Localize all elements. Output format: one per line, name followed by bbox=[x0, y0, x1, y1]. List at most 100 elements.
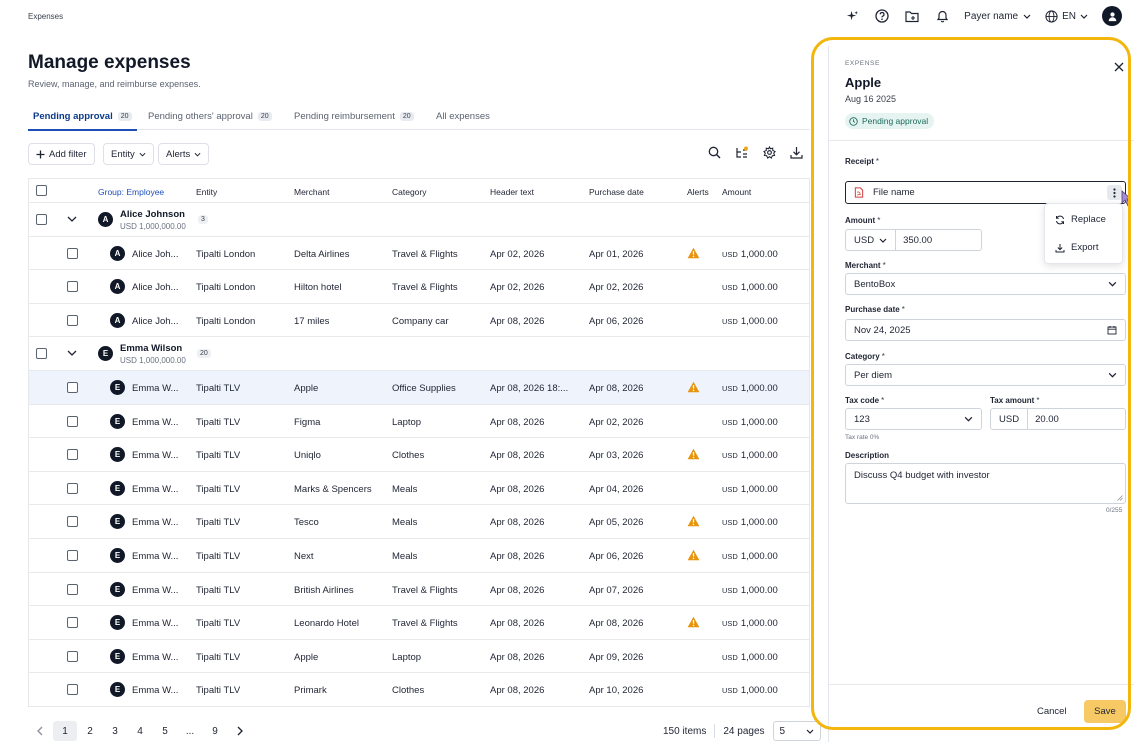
table-row[interactable]: E Emma W... Tipalti TLV Leonardo Hotel Trave… bbox=[28, 606, 810, 640]
row-checkbox[interactable] bbox=[67, 281, 78, 293]
category-select[interactable]: Per diem bbox=[845, 364, 1126, 386]
table-row[interactable]: E Emma W... Tipalti TLV Apple Office Supplie… bbox=[28, 370, 810, 405]
page-title: Manage expenses bbox=[28, 52, 191, 73]
row-checkbox[interactable] bbox=[67, 381, 78, 393]
row-checkbox[interactable] bbox=[67, 314, 78, 326]
receipt-file-field[interactable]: File name bbox=[845, 181, 1126, 204]
amount-value: 1,000.00 bbox=[740, 618, 778, 630]
warning-icon bbox=[687, 448, 700, 460]
merchant-label: Merchant * bbox=[845, 261, 886, 270]
group-checkbox[interactable] bbox=[36, 214, 47, 225]
column-header-entity[interactable]: Entity bbox=[196, 187, 217, 197]
column-header-amount[interactable]: Amount bbox=[722, 187, 751, 197]
settings-icon[interactable] bbox=[763, 146, 776, 160]
per-page-select[interactable]: 5 bbox=[772, 721, 821, 741]
save-button[interactable]: Save bbox=[1084, 700, 1126, 723]
download-icon[interactable] bbox=[790, 146, 803, 160]
tab-pending-others-approval[interactable]: Pending others' approval 20 bbox=[148, 111, 272, 122]
cancel-button[interactable]: Cancel bbox=[1037, 706, 1067, 717]
row-checkbox[interactable] bbox=[67, 583, 78, 595]
menu-item-export[interactable]: Export bbox=[1055, 242, 1098, 253]
expand-chevron-icon[interactable] bbox=[67, 350, 77, 357]
page-9[interactable]: 9 bbox=[203, 721, 227, 741]
page-4[interactable]: 4 bbox=[128, 721, 152, 741]
row-checkbox[interactable] bbox=[67, 684, 78, 696]
table-row[interactable]: E Emma W... Tipalti TLV Next Meals Apr 08, 20… bbox=[28, 538, 810, 573]
amount-value: 1,000.00 bbox=[740, 282, 778, 294]
table-row[interactable]: A Alice Joh... Tipalti London Delta Airline… bbox=[28, 236, 810, 271]
prev-page-button[interactable] bbox=[28, 721, 52, 741]
entity-filter[interactable]: Entity bbox=[103, 143, 154, 165]
sparkle-icon[interactable] bbox=[844, 8, 860, 24]
expand-chevron-icon[interactable] bbox=[67, 216, 77, 222]
entity-cell: Tipalti TLV bbox=[196, 651, 241, 663]
folder-icon[interactable] bbox=[904, 8, 920, 24]
tax-code-select[interactable]: 123 bbox=[845, 408, 982, 430]
table-row[interactable]: A Alice Joh... Tipalti London 17 miles Compa… bbox=[28, 303, 810, 338]
row-checkbox[interactable] bbox=[67, 482, 78, 494]
table-row[interactable]: E Emma W... Tipalti TLV Primark Clothes Apr 0… bbox=[28, 673, 810, 707]
amount-value: 1,000.00 bbox=[740, 483, 778, 495]
row-checkbox[interactable] bbox=[67, 415, 78, 427]
amount-input[interactable]: 350.00 bbox=[896, 235, 932, 246]
table-row[interactable]: E Emma W... Tipalti TLV Figma Laptop Apr 08, … bbox=[28, 404, 810, 439]
page-3[interactable]: 3 bbox=[103, 721, 127, 741]
menu-item-replace[interactable]: Replace bbox=[1055, 214, 1106, 225]
search-icon[interactable] bbox=[708, 146, 721, 160]
tax-amount-input[interactable]: 20.00 bbox=[1028, 414, 1059, 425]
page-1[interactable]: 1 bbox=[53, 721, 77, 741]
divider bbox=[714, 724, 716, 738]
page-5[interactable]: 5 bbox=[153, 721, 177, 741]
alerts-filter[interactable]: Alerts bbox=[158, 143, 210, 165]
tab-all-expenses[interactable]: All expenses bbox=[436, 111, 490, 122]
table-row[interactable]: A Alice Joh... Tipalti London Hilton hotel T… bbox=[28, 270, 810, 304]
column-header-header-text[interactable]: Header text bbox=[490, 187, 534, 197]
tab-pending-reimbursement[interactable]: Pending reimbursement 20 bbox=[294, 111, 414, 122]
description-textarea[interactable]: Discuss Q4 budget with investor bbox=[845, 463, 1126, 504]
group-by-icon[interactable] bbox=[735, 146, 749, 160]
column-header-alerts[interactable]: Alerts bbox=[687, 187, 709, 197]
tab-label: Pending approval bbox=[33, 111, 113, 122]
column-header-group[interactable]: Group: Employee bbox=[98, 187, 164, 197]
row-checkbox[interactable] bbox=[67, 247, 78, 259]
purchase-date-field[interactable]: Nov 24, 2025 bbox=[845, 319, 1126, 341]
panel-date: Aug 16 2025 bbox=[845, 94, 897, 104]
next-page-button[interactable] bbox=[228, 721, 252, 741]
table-row[interactable]: E Emma W... Tipalti TLV Apple Laptop Apr 08, … bbox=[28, 639, 810, 674]
table-row[interactable]: E Emma W... Tipalti TLV British Airlines Tra… bbox=[28, 572, 810, 607]
row-checkbox[interactable] bbox=[67, 650, 78, 662]
user-avatar[interactable] bbox=[1102, 6, 1122, 26]
column-header-category[interactable]: Category bbox=[392, 187, 427, 197]
avatar: E bbox=[110, 514, 125, 530]
row-checkbox[interactable] bbox=[67, 516, 78, 528]
group-checkbox[interactable] bbox=[36, 348, 47, 360]
select-all-checkbox[interactable] bbox=[36, 185, 47, 196]
tab-pending-approval[interactable]: Pending approval 20 bbox=[28, 111, 137, 131]
table-row[interactable]: E Emma W... Tipalti TLV Uniqlo Clothes Apr 08… bbox=[28, 438, 810, 472]
help-icon[interactable] bbox=[874, 8, 890, 24]
bell-icon[interactable] bbox=[934, 8, 950, 24]
employee-cell: Alice Joh... bbox=[132, 282, 179, 294]
category-cell: Meals bbox=[392, 550, 418, 562]
group-row[interactable]: A Alice Johnson USD 1,000,000.00 3 bbox=[28, 203, 810, 237]
currency-select[interactable]: USD bbox=[846, 230, 897, 250]
items-count: 150 items bbox=[663, 725, 707, 737]
merchant-select[interactable]: BentoBox bbox=[845, 273, 1126, 295]
add-filter-button[interactable]: Add filter bbox=[28, 143, 95, 165]
payer-selector[interactable]: Payer name bbox=[964, 11, 1031, 22]
close-panel-button[interactable] bbox=[1114, 62, 1126, 74]
language-selector[interactable]: EN bbox=[1045, 9, 1088, 23]
chevron-down-icon bbox=[1080, 14, 1088, 19]
table-row[interactable]: E Emma W... Tipalti TLV Tesco Meals Apr 08, 2… bbox=[28, 505, 810, 539]
table-row[interactable]: E Emma W... Tipalti TLV Marks & Spencers Mea… bbox=[28, 471, 810, 506]
employee-cell: Alice Joh... bbox=[132, 315, 179, 327]
column-header-merchant[interactable]: Merchant bbox=[294, 187, 329, 197]
column-header-purchase-date[interactable]: Purchase date bbox=[589, 187, 644, 197]
purchase-date-label: Purchase date * bbox=[845, 305, 905, 314]
group-name: Emma Wilson bbox=[120, 343, 183, 355]
row-checkbox[interactable] bbox=[67, 617, 78, 629]
row-checkbox[interactable] bbox=[67, 449, 78, 461]
row-checkbox[interactable] bbox=[67, 549, 78, 561]
page-2[interactable]: 2 bbox=[78, 721, 102, 741]
group-row[interactable]: E Emma Wilson USD 1,000,000.00 20 bbox=[28, 337, 810, 371]
